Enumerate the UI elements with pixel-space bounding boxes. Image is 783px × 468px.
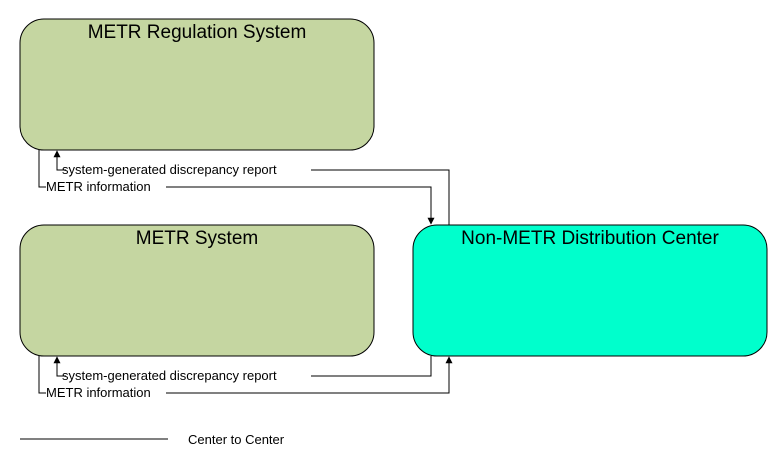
flow-reg-discrepancy-label: system-generated discrepancy report [62, 162, 277, 177]
flow-reg-info-line-left [38, 150, 46, 188]
flow-reg-discrepancy-line-right [311, 169, 450, 225]
legend: Center to Center [20, 432, 285, 447]
architecture-diagram: METR Regulation System METR System Non-M… [19, 18, 768, 447]
box-metr-regulation-system[interactable]: METR Regulation System [19, 18, 375, 151]
box-non-metr-distribution-center-title: Non-METR Distribution Center [461, 228, 719, 249]
box-metr-system-title: METR System [136, 228, 258, 249]
flow-reg-info-label: METR information [46, 179, 151, 194]
legend-label: Center to Center [188, 432, 285, 447]
box-metr-system[interactable]: METR System [19, 224, 375, 357]
flow-metr-discrepancy[interactable]: system-generated discrepancy report [53, 356, 432, 383]
flow-metr-info-label: METR information [46, 385, 151, 400]
flow-reg-info-line-right [166, 186, 435, 225]
box-non-metr-distribution-center[interactable]: Non-METR Distribution Center [412, 224, 768, 357]
box-metr-regulation-system-title: METR Regulation System [88, 22, 307, 43]
flow-metr-discrepancy-line-right [311, 356, 432, 377]
flow-metr-discrepancy-label: system-generated discrepancy report [62, 368, 277, 383]
flow-metr-info-line-left [38, 356, 46, 394]
